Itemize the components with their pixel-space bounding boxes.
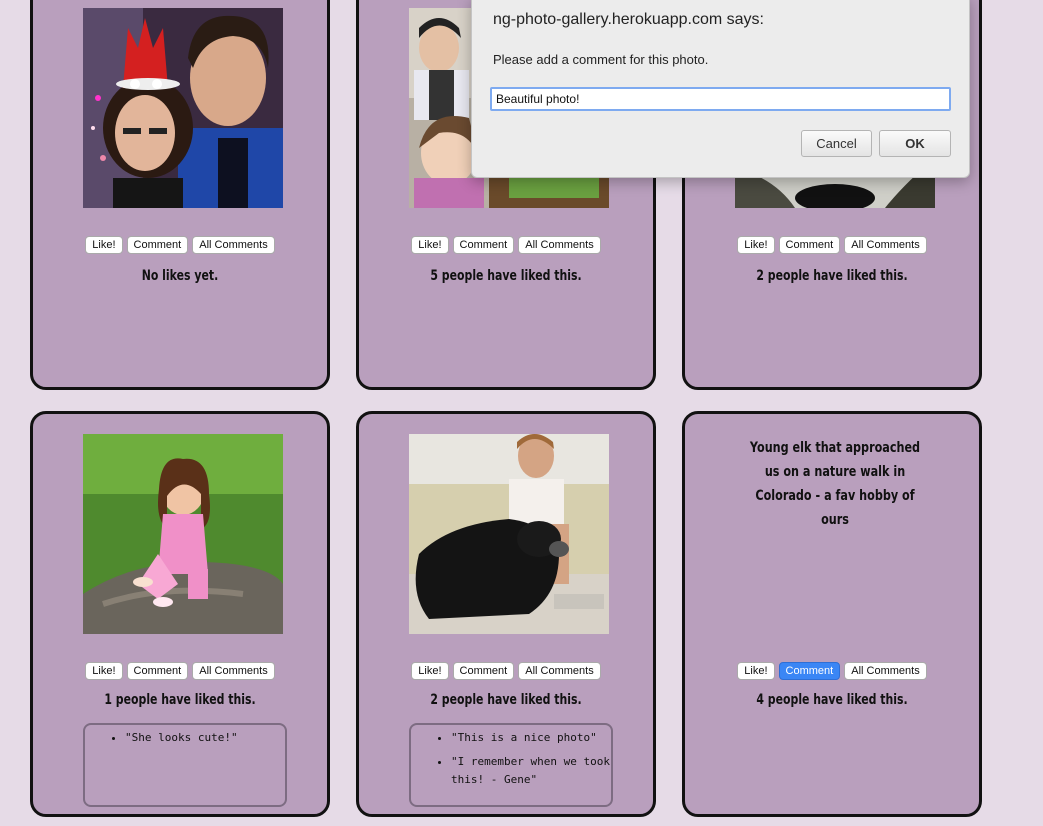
comments-list: "This is a nice photo" "I remember when … <box>409 723 613 807</box>
all-comments-button[interactable]: All Comments <box>844 236 927 254</box>
likes-count: 5 people have liked this. <box>430 268 582 284</box>
photo-boy-with-dog <box>409 434 609 634</box>
cancel-button[interactable]: Cancel <box>801 130 872 157</box>
photo-card-5: Like! Comment All Comments 2 people have… <box>356 411 656 817</box>
like-button[interactable]: Like! <box>85 662 123 680</box>
all-comments-button[interactable]: All Comments <box>192 662 275 680</box>
dialog-title: ng-photo-gallery.herokuapp.com says: <box>493 11 764 28</box>
likes-count: No likes yet. <box>141 268 219 284</box>
all-comments-button[interactable]: All Comments <box>192 236 275 254</box>
like-button[interactable]: Like! <box>737 236 775 254</box>
comment-input[interactable] <box>490 87 951 111</box>
photo-couple <box>83 8 283 208</box>
comment-item: "This is a nice photo" <box>451 729 611 747</box>
all-comments-button[interactable]: All Comments <box>518 236 601 254</box>
photo-girl-on-rock <box>83 434 283 634</box>
likes-count: 4 people have liked this. <box>756 692 908 708</box>
comment-button[interactable]: Comment <box>778 662 841 680</box>
comment-button[interactable]: Comment <box>452 236 515 254</box>
prompt-dialog: ng-photo-gallery.herokuapp.com says: Ple… <box>471 0 970 178</box>
like-button[interactable]: Like! <box>737 662 775 680</box>
comments-list: "She looks cute!" <box>83 723 287 807</box>
photo-card-4: Like! Comment All Comments 1 people have… <box>30 411 330 817</box>
comment-button[interactable]: Comment <box>126 236 189 254</box>
photo-card-1: Like! Comment All Comments No likes yet. <box>30 0 330 390</box>
dialog-message: Please add a comment for this photo. <box>493 52 709 67</box>
photo-caption: Young elk that approached us on a nature… <box>749 440 921 528</box>
like-button[interactable]: Like! <box>411 236 449 254</box>
ok-button[interactable]: OK <box>879 130 951 157</box>
all-comments-button[interactable]: All Comments <box>518 662 601 680</box>
likes-count: 2 people have liked this. <box>756 268 908 284</box>
comment-button[interactable]: Comment <box>126 662 189 680</box>
like-button[interactable]: Like! <box>85 236 123 254</box>
comment-button[interactable]: Comment <box>778 236 841 254</box>
comment-button[interactable]: Comment <box>452 662 515 680</box>
photo-card-6: Young elk that approached us on a nature… <box>682 411 982 817</box>
like-button[interactable]: Like! <box>411 662 449 680</box>
comment-item: "I remember when we took this! - Gene" <box>451 753 611 789</box>
likes-count: 2 people have liked this. <box>430 692 582 708</box>
comment-item: "She looks cute!" <box>125 729 285 747</box>
all-comments-button[interactable]: All Comments <box>844 662 927 680</box>
likes-count: 1 people have liked this. <box>104 692 256 708</box>
